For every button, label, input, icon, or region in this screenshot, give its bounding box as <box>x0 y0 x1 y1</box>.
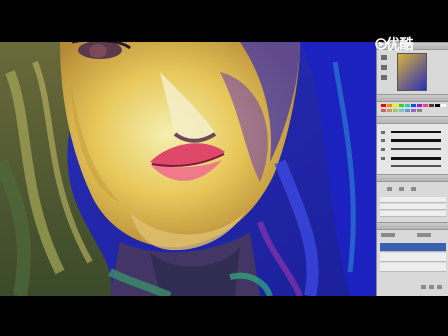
brush-preset[interactable] <box>391 148 441 150</box>
zoom-out-icon[interactable] <box>381 55 387 60</box>
tool-panels <box>376 42 448 296</box>
brush-preset[interactable] <box>391 131 441 133</box>
watermark-text: 优酷 <box>386 37 414 53</box>
painting-canvas[interactable] <box>0 42 376 296</box>
swatch-black[interactable] <box>435 104 440 107</box>
swatch-gray[interactable] <box>417 109 422 112</box>
zoom-in-icon[interactable] <box>381 65 387 70</box>
action-button[interactable] <box>411 187 416 191</box>
swatch-cyan[interactable] <box>405 104 410 107</box>
swatch-pink[interactable] <box>423 104 428 107</box>
swatch-blue[interactable] <box>411 104 416 107</box>
video-frame: 优酷 <box>0 0 448 336</box>
layer-row-selected[interactable] <box>380 243 446 252</box>
swatch-tan[interactable] <box>387 109 392 112</box>
layer-menu-button[interactable] <box>437 285 442 289</box>
hand-tool-icon[interactable] <box>381 75 387 80</box>
swatch-green[interactable] <box>399 104 404 107</box>
action-row[interactable] <box>380 204 446 210</box>
swatch-red[interactable] <box>381 104 386 107</box>
layers-panel-header[interactable] <box>377 223 448 230</box>
actions-panel-header[interactable] <box>377 175 448 182</box>
action-row[interactable] <box>380 211 446 217</box>
brush-preset[interactable] <box>391 139 441 142</box>
brush-dot-icon[interactable] <box>381 139 385 142</box>
actions-panel <box>377 174 448 222</box>
brushes-panel <box>377 116 448 174</box>
brush-dot-icon[interactable] <box>381 157 385 160</box>
delete-layer-button[interactable] <box>429 285 434 289</box>
swatch-lime[interactable] <box>393 109 398 112</box>
swatches-panel <box>377 94 448 116</box>
brushes-panel-header[interactable] <box>377 117 448 124</box>
action-button[interactable] <box>399 187 404 191</box>
swatch-brown[interactable] <box>429 104 434 107</box>
action-button[interactable] <box>387 187 392 191</box>
layer-row[interactable] <box>380 253 446 262</box>
swatch-yellow[interactable] <box>393 104 398 107</box>
swatch-orange[interactable] <box>387 104 392 107</box>
swatch-white[interactable] <box>441 104 446 107</box>
swatch-rose[interactable] <box>381 109 386 112</box>
navigator-thumbnail[interactable] <box>397 53 427 91</box>
swatch-steel[interactable] <box>405 109 410 112</box>
swatch-teal[interactable] <box>399 109 404 112</box>
portrait-painting <box>0 42 376 296</box>
brush-preset[interactable] <box>391 165 441 167</box>
brush-dot-icon[interactable] <box>381 148 385 151</box>
layers-panel <box>377 222 448 296</box>
swatch-purple[interactable] <box>417 104 422 107</box>
brush-dot-icon[interactable] <box>381 131 385 134</box>
swatch-lavender[interactable] <box>411 109 416 112</box>
layer-row[interactable] <box>380 263 446 272</box>
swatches-panel-header[interactable] <box>377 95 448 102</box>
new-layer-button[interactable] <box>421 285 426 289</box>
opacity-field[interactable] <box>417 233 431 237</box>
brush-preset[interactable] <box>391 157 441 160</box>
action-row[interactable] <box>380 197 446 203</box>
blend-mode-select[interactable] <box>381 233 395 237</box>
